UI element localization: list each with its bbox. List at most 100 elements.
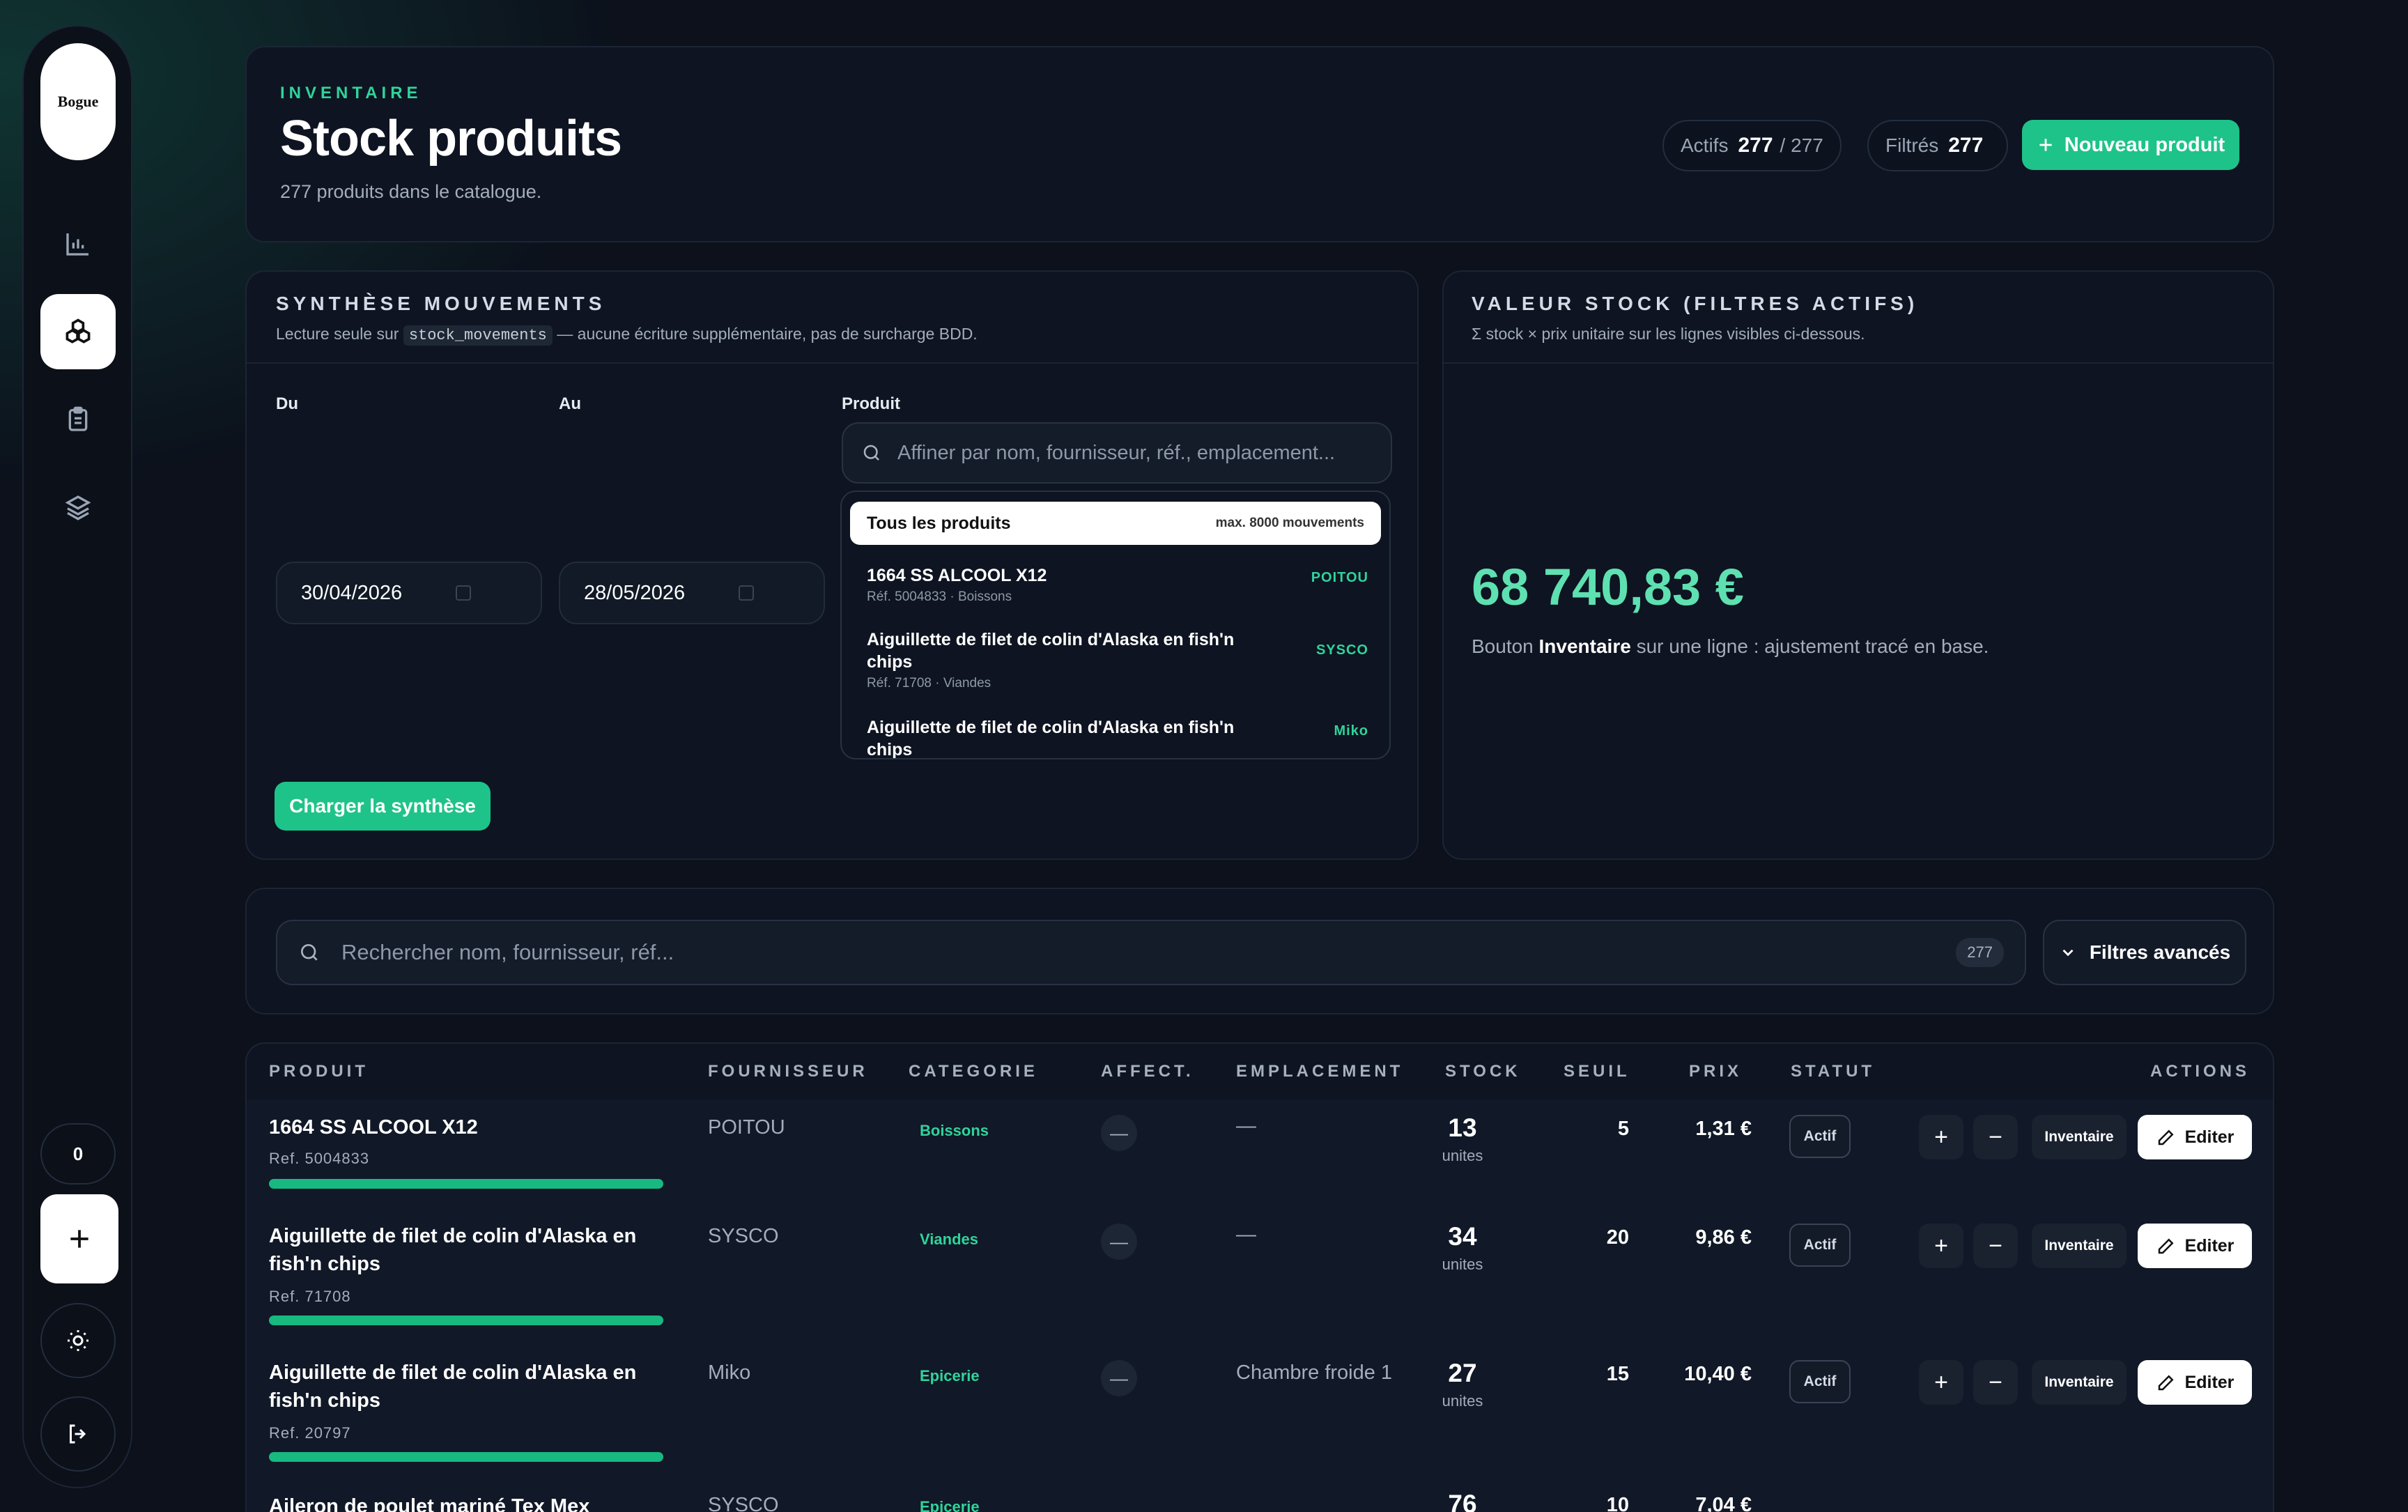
header-card: INVENTAIRE Stock produits 277 produits d…	[245, 46, 2274, 242]
th-prix[interactable]: PRIX	[1689, 1062, 1742, 1081]
stock-level-bar	[269, 1452, 663, 1462]
edit-button[interactable]: Editer	[2138, 1224, 2252, 1268]
sun-icon	[68, 1330, 88, 1351]
row-product-name: Aiguillette de filet de colin d'Alaska e…	[269, 1225, 637, 1275]
list-item-all[interactable]: Tous les produits max. 8000 mouvements	[850, 502, 1381, 545]
decrement-button[interactable]: −	[1973, 1224, 2018, 1268]
list-item-name: Aiguillette de filet de colin d'Alaska e…	[867, 718, 1235, 759]
th-produit[interactable]: PRODUIT	[269, 1062, 369, 1081]
page-title: Stock produits	[280, 111, 622, 167]
actifs-value: 277	[1738, 134, 1773, 157]
increment-button[interactable]: +	[1919, 1224, 1963, 1268]
nav-stats[interactable]	[40, 206, 116, 281]
row-categorie: Epicerie	[920, 1498, 980, 1512]
row-product-ref: Ref. 20797	[269, 1424, 351, 1442]
table-row[interactable]: Aiguillette de filet de colin d'Alaska e…	[247, 1210, 2273, 1346]
search-icon	[863, 445, 879, 461]
filters-button[interactable]: Filtres avancés	[2043, 920, 2246, 985]
inventaire-button[interactable]: Inventaire	[2032, 1115, 2127, 1159]
valeur-title: VALEUR STOCK (FILTRES ACTIFS)	[1472, 293, 1919, 314]
list-item-tag: SYSCO	[1315, 642, 1368, 658]
row-stock: 13 unites	[1431, 1113, 1494, 1165]
edit-button[interactable]: Editer	[2138, 1115, 2252, 1159]
decrement-button[interactable]: −	[1973, 1115, 2018, 1159]
calendar-icon[interactable]	[739, 585, 754, 601]
logo-text: Bogue	[57, 93, 99, 110]
edit-button[interactable]: Editer	[2138, 1360, 2252, 1405]
row-stock: 27 unites	[1431, 1359, 1494, 1410]
increment-button[interactable]: +	[1919, 1115, 1963, 1159]
new-product-button[interactable]: Nouveau produit	[2022, 120, 2239, 170]
row-emplacement: —	[1236, 1115, 1256, 1137]
th-statut[interactable]: STATUT	[1791, 1062, 1875, 1081]
th-categorie[interactable]: CATEGORIE	[909, 1062, 1038, 1081]
stock-unit: unites	[1442, 1256, 1483, 1273]
edit-label: Editer	[2184, 1127, 2235, 1147]
du-date-input[interactable]: 30/04/2026	[276, 562, 542, 624]
list-item-tag: Miko	[1334, 723, 1368, 739]
load-synthese-button[interactable]: Charger la synthèse	[275, 782, 491, 831]
nav-inventory[interactable]	[40, 382, 116, 457]
logout-icon	[70, 1424, 86, 1444]
logo[interactable]: Bogue	[40, 43, 116, 160]
row-affect-badge: —	[1101, 1360, 1137, 1396]
pencil-icon	[2158, 1238, 2174, 1254]
row-fournisseur: Miko	[708, 1361, 751, 1384]
au-date-input[interactable]: 28/05/2026	[559, 562, 825, 624]
nav-products[interactable]	[40, 294, 116, 369]
search-input[interactable]: Rechercher nom, fournisseur, réf... 277	[276, 920, 2026, 985]
product-filter-input[interactable]: Affiner par nom, fournisseur, réf., empl…	[842, 422, 1392, 484]
table-row[interactable]: 1664 SS ALCOOL X12 Ref. 5004833 POITOU B…	[247, 1100, 2273, 1210]
theme-toggle[interactable]	[40, 1303, 116, 1378]
stock-value-amount: 68 740,83 €	[1472, 558, 1744, 616]
product-filter-placeholder: Affiner par nom, fournisseur, réf., empl…	[897, 441, 1336, 464]
logout-button[interactable]	[40, 1396, 116, 1472]
row-fournisseur: POITOU	[708, 1116, 785, 1139]
notification-counter[interactable]: 0	[40, 1123, 116, 1185]
list-item-ref: Réf. 71708 · Viandes	[867, 676, 991, 691]
th-affect[interactable]: AFFECT.	[1101, 1062, 1194, 1081]
row-seuil: 15	[1606, 1363, 1629, 1385]
new-product-label: Nouveau produit	[2064, 133, 2225, 156]
row-categorie: Epicerie	[920, 1367, 980, 1384]
note-post: sur une ligne : ajustement tracé en base…	[1636, 635, 1989, 657]
th-actions[interactable]: ACTIONS	[2150, 1062, 2250, 1081]
stock-value: 76	[1448, 1490, 1477, 1512]
list-item-name: Aiguillette de filet de colin d'Alaska e…	[867, 630, 1235, 672]
decrement-button[interactable]: −	[1973, 1360, 2018, 1405]
calendar-icon[interactable]	[456, 585, 471, 601]
clipboard-icon	[68, 406, 88, 431]
product-list[interactable]: Tous les produits max. 8000 mouvements 1…	[840, 491, 1391, 759]
row-fournisseur: SYSCO	[708, 1494, 779, 1512]
stock-value: 13	[1448, 1113, 1477, 1142]
table-row[interactable]: Aileron de poulet mariné Tex Mex SYSCO E…	[247, 1483, 2273, 1512]
row-prix: 7,04 €	[1695, 1494, 1752, 1512]
th-stock[interactable]: STOCK	[1445, 1062, 1521, 1081]
synthese-divider	[247, 362, 1417, 364]
stock-value: 27	[1448, 1359, 1477, 1387]
th-seuil[interactable]: SEUIL	[1564, 1062, 1630, 1081]
du-value: 30/04/2026	[301, 581, 403, 604]
edit-label: Editer	[2184, 1235, 2235, 1256]
chevron-down-icon	[2062, 949, 2074, 957]
row-affect-badge: —	[1101, 1115, 1137, 1151]
inventaire-button[interactable]: Inventaire	[2032, 1360, 2127, 1405]
row-seuil: 20	[1606, 1226, 1629, 1249]
inventaire-button[interactable]: Inventaire	[2032, 1224, 2127, 1268]
subtitle-pre: Lecture seule sur	[276, 325, 399, 343]
row-seuil: 5	[1617, 1118, 1629, 1140]
table-row[interactable]: Aiguillette de filet de colin d'Alaska e…	[247, 1346, 2273, 1483]
list-item[interactable]: Aiguillette de filet de colin d'Alaska e…	[867, 628, 1368, 691]
list-item[interactable]: 1664 SS ALCOOL X12 Réf. 5004833 · Boisso…	[867, 564, 1368, 605]
th-fournisseur[interactable]: FOURNISSEUR	[708, 1062, 868, 1081]
valeur-card: VALEUR STOCK (FILTRES ACTIFS) Σ stock × …	[1442, 270, 2274, 860]
add-button[interactable]	[40, 1194, 118, 1283]
nav-layers[interactable]	[40, 470, 116, 545]
increment-button[interactable]: +	[1919, 1360, 1963, 1405]
list-item[interactable]: Aiguillette de filet de colin d'Alaska e…	[867, 716, 1368, 759]
stock-level-bar	[269, 1179, 663, 1189]
actifs-label: Actifs	[1681, 134, 1729, 156]
synthese-subtitle: Lecture seule sur stock_movements — aucu…	[276, 325, 978, 346]
th-emplacement[interactable]: EMPLACEMENT	[1236, 1062, 1403, 1081]
pencil-icon	[2158, 1129, 2174, 1145]
